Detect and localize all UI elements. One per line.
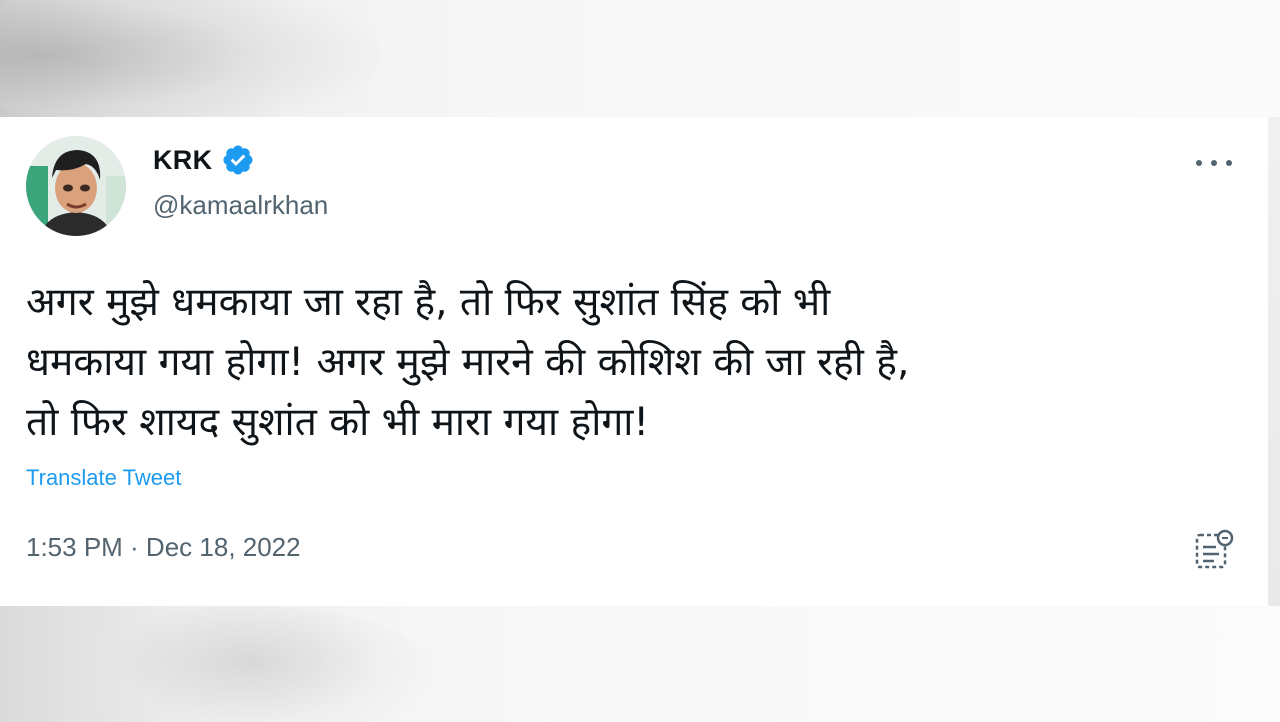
verified-badge-icon	[223, 145, 253, 175]
translate-tweet-link[interactable]: Translate Tweet	[26, 465, 181, 491]
tweet-timestamp[interactable]: 1:53 PM · Dec 18, 2022	[26, 532, 301, 563]
background-top	[0, 0, 1280, 117]
user-handle[interactable]: @kamaalrkhan	[153, 190, 328, 221]
more-options-icon[interactable]	[1196, 153, 1232, 173]
background-right-edge	[1268, 117, 1280, 606]
display-name[interactable]: KRK	[153, 145, 212, 176]
avatar-image	[26, 136, 126, 236]
background-bottom	[0, 606, 1280, 722]
view-analytics-icon[interactable]	[1194, 529, 1234, 571]
tweet-text: अगर मुझे धमकाया जा रहा है, तो फिर सुशांत…	[26, 280, 910, 445]
avatar[interactable]	[26, 136, 126, 236]
author-name-row: KRK	[153, 143, 255, 177]
tweet-card: KRK @kamaalrkhan अगर मुझे धमकाया जा रहा …	[0, 117, 1268, 606]
